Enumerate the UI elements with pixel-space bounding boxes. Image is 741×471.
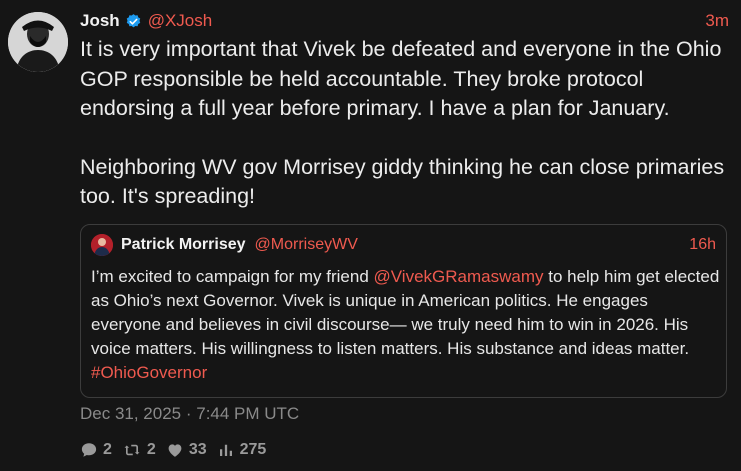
like-button[interactable]: 33 <box>166 441 207 459</box>
tweet-time[interactable]: 3m <box>705 11 729 31</box>
mention-link[interactable]: @VivekGRamaswamy <box>374 267 544 286</box>
like-count: 33 <box>188 441 207 458</box>
reply-button[interactable]: 2 <box>80 441 112 459</box>
tweet-header: Josh @XJosh 3m <box>80 10 729 32</box>
verified-badge-icon <box>125 13 142 30</box>
reply-bubble-icon <box>81 443 97 457</box>
tweet-paragraph: Neighboring WV gov Morrisey giddy thinki… <box>80 154 725 209</box>
author-handle[interactable]: @XJosh <box>148 11 213 31</box>
quoted-author-name[interactable]: Patrick Morrisey <box>121 236 246 254</box>
quoted-tweet-header: Patrick Morrisey @MorriseyWV 16h <box>91 234 716 256</box>
quoted-author-handle[interactable]: @MorriseyWV <box>255 236 358 254</box>
retweet-count: 2 <box>146 441 156 458</box>
tweet-text: It is very important that Vivek be defea… <box>80 35 730 212</box>
reply-count: 2 <box>103 441 112 458</box>
views-count: 275 <box>239 441 267 458</box>
retweet-button[interactable]: 2 <box>122 441 156 459</box>
quoted-author-avatar[interactable] <box>91 234 113 256</box>
tweet-timestamp[interactable]: Dec 31, 2025 · 7:44 PM UTC <box>80 404 299 424</box>
hashtag-link[interactable]: #OhioGovernor <box>91 363 207 382</box>
quoted-tweet[interactable]: Patrick Morrisey @MorriseyWV 16h I’m exc… <box>80 224 727 398</box>
quoted-tweet-time[interactable]: 16h <box>689 236 716 254</box>
heart-icon <box>168 444 182 457</box>
quoted-tweet-text: I’m excited to campaign for my friend @V… <box>91 265 721 385</box>
author-avatar[interactable] <box>8 12 68 72</box>
tweet-paragraph: It is very important that Vivek be defea… <box>80 37 722 120</box>
bar-chart-icon <box>219 444 232 456</box>
author-name[interactable]: Josh <box>80 11 120 31</box>
quoted-text-part: I’m excited to campaign for my friend <box>91 267 374 286</box>
views-button[interactable]: 275 <box>217 441 267 459</box>
retweet-icon <box>124 444 140 456</box>
tweet-actions: 2 2 33 275 <box>80 438 276 462</box>
